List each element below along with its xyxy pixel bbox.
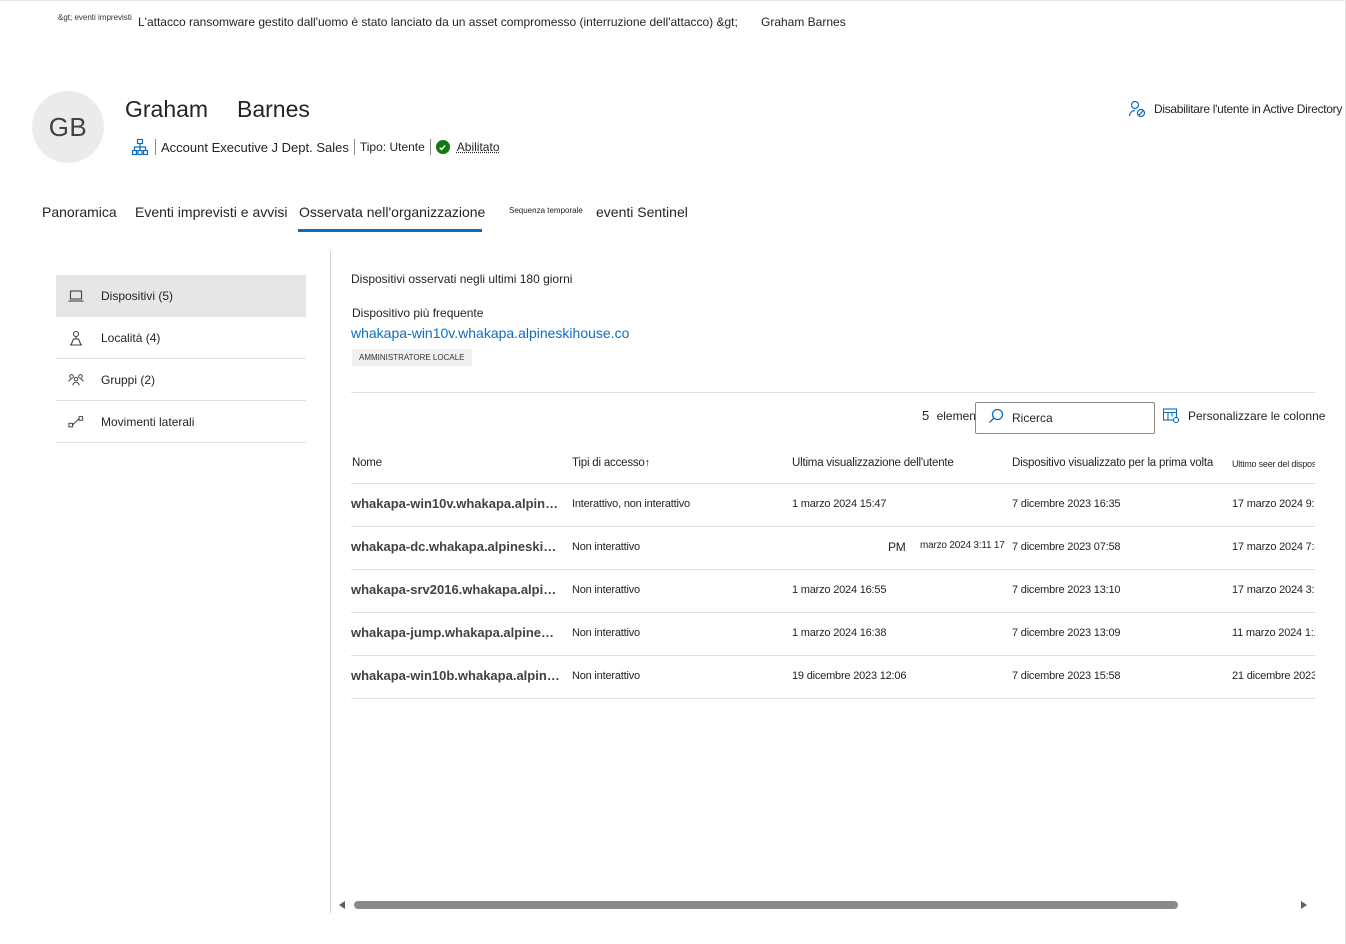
org-chart-icon[interactable]	[130, 137, 150, 157]
first-seen-device: 7 dicembre 2023 16:35	[1012, 498, 1121, 510]
horizontal-scrollbar[interactable]	[337, 898, 1309, 912]
table-row[interactable]: whakapa-win10v.whakapa.alpineskihouse.co…	[351, 484, 1315, 527]
active-tab-indicator	[298, 229, 482, 232]
column-header-last-seen-user[interactable]: Ultima visualizzazione dell'utente	[792, 457, 954, 469]
first-seen-device: 7 dicembre 2023 13:10	[1012, 584, 1121, 596]
user-last-name: Barnes	[237, 96, 310, 122]
logon-type: Interattivo, non interattivo	[572, 498, 690, 510]
top-divider	[0, 0, 1346, 1]
disable-user-label: Disabilitare l'utente in Active Director…	[1154, 102, 1343, 116]
lateral-movement-icon	[68, 414, 84, 430]
location-icon	[68, 330, 84, 346]
disable-user-button[interactable]: Disabilitare l'utente in Active Director…	[1128, 99, 1342, 119]
first-seen-device: 7 dicembre 2023 15:58	[1012, 670, 1121, 682]
user-first-name: Graham	[125, 96, 209, 122]
logon-type: Non interattivo	[572, 541, 640, 553]
search-box[interactable]	[975, 402, 1155, 434]
breadcrumb-user: Graham Barnes	[761, 15, 846, 29]
last-seen-device: 11 marzo 2024 1:1	[1232, 627, 1315, 639]
observed-period-text: Dispositivi osservati negli ultimi 180 g…	[351, 272, 573, 286]
tab-observed-in-org[interactable]: Osservata nell'organizzazione	[299, 204, 485, 220]
sidebar: Dispositivi (5) Località (4) Gruppi (2)	[56, 275, 306, 443]
panel-divider	[330, 251, 331, 913]
last-seen-device: 17 marzo 2024 3:1	[1232, 584, 1315, 596]
tab-overview[interactable]: Panoramica	[42, 204, 117, 220]
customize-columns-label: Personalizzare le colonne	[1188, 409, 1326, 423]
customize-columns-button[interactable]: Personalizzare le colonne	[1163, 408, 1325, 424]
column-header-logon-types[interactable]: Tipi di accesso↑	[572, 457, 650, 469]
sidebar-item-locations[interactable]: Località (4)	[56, 317, 306, 359]
devices-table: Nome Tipi di accesso↑ Ultima visualizzaz…	[351, 446, 1315, 702]
last-seen-user-extra: marzo 2024 3:11 17	[920, 540, 1005, 551]
item-count-number: 5	[922, 408, 930, 423]
search-icon	[988, 408, 1004, 429]
laptop-icon	[68, 288, 84, 304]
tab-sentinel-events[interactable]: eventi Sentinel	[596, 204, 688, 220]
sidebar-item-groups[interactable]: Gruppi (2)	[56, 359, 306, 401]
user-meta: Account Executive J Dept. Sales Tipo: Ut…	[130, 136, 500, 158]
meta-separator	[353, 139, 355, 155]
search-input[interactable]	[1012, 411, 1142, 425]
device-name[interactable]: whakapa-win10b.whakapa.alpineskihouse.co	[351, 668, 561, 683]
avatar: GB	[32, 91, 104, 163]
last-seen-user: 19 dicembre 2023 12:06	[792, 670, 907, 682]
sidebar-item-lateral-movements[interactable]: Movimenti laterali	[56, 401, 306, 443]
table-header: Nome Tipi di accesso↑ Ultima visualizzaz…	[351, 446, 1315, 484]
user-status: Abilitato	[456, 140, 500, 154]
local-admin-badge: AMMINISTRATORE LOCALE	[352, 349, 472, 366]
breadcrumb-incident[interactable]: L'attacco ransomware gestito dall'uomo è…	[138, 15, 738, 29]
meta-separator	[429, 139, 431, 155]
last-seen-device: 17 marzo 2024 9:3	[1232, 498, 1315, 510]
column-header-first-seen-device[interactable]: Dispositivo visualizzato per la prima vo…	[1012, 457, 1213, 469]
device-name[interactable]: whakapa-dc.whakapa.alpineskihouse.co	[351, 539, 561, 554]
groups-icon	[68, 372, 84, 388]
table-row[interactable]: whakapa-jump.whakapa.alpineskihouse.co N…	[351, 613, 1315, 656]
frequent-device-link[interactable]: whakapa-win10v.whakapa.alpineskihouse.co	[351, 325, 629, 341]
first-seen-device: 7 dicembre 2023 07:58	[1012, 541, 1121, 553]
logon-type: Non interattivo	[572, 584, 640, 596]
sidebar-item-devices[interactable]: Dispositivi (5)	[56, 275, 306, 317]
scrollbar-thumb[interactable]	[354, 901, 1178, 909]
user-job: Account Executive J Dept. Sales	[161, 139, 349, 155]
device-name[interactable]: whakapa-srv2016.whakapa.alpineskihouse.c…	[351, 582, 561, 597]
column-header-last-seen-device[interactable]: Ultimo seer del dispositivo	[1232, 459, 1315, 469]
last-seen-device: 21 dicembre 2023 5	[1232, 670, 1315, 682]
logon-type: Non interattivo	[572, 670, 640, 682]
frequent-device-label: Dispositivo più frequente	[352, 306, 484, 320]
device-name[interactable]: whakapa-win10v.whakapa.alpineskihouse.co	[351, 496, 561, 511]
table-row[interactable]: whakapa-win10b.whakapa.alpineskihouse.co…	[351, 656, 1315, 699]
sort-ascending-icon: ↑	[644, 457, 651, 469]
first-seen-device: 7 dicembre 2023 13:09	[1012, 627, 1121, 639]
column-header-name[interactable]: Nome	[352, 457, 382, 469]
breadcrumb-incidents[interactable]: &gt; eventi imprevisti	[58, 13, 132, 22]
scroll-left-icon[interactable]	[339, 901, 345, 909]
column-header-label: Tipi di accesso	[572, 457, 645, 469]
device-name[interactable]: whakapa-jump.whakapa.alpineskihouse.co	[351, 625, 561, 640]
status-ok-icon	[435, 140, 450, 154]
logon-type: Non interattivo	[572, 627, 640, 639]
tab-timeline[interactable]: Sequenza temporale	[509, 206, 583, 215]
section-divider	[351, 392, 1315, 393]
user-type: Tipo: Utente	[359, 140, 425, 154]
item-count: 5 elementi	[922, 408, 982, 423]
last-seen-user: PM	[888, 540, 906, 554]
table-row[interactable]: whakapa-dc.whakapa.alpineskihouse.co Non…	[351, 527, 1315, 570]
last-seen-user: 1 marzo 2024 16:55	[792, 584, 887, 596]
meta-separator	[155, 139, 156, 155]
columns-settings-icon	[1163, 408, 1180, 424]
sidebar-item-label: Località (4)	[101, 330, 161, 345]
scroll-right-icon[interactable]	[1301, 901, 1307, 909]
table-row[interactable]: whakapa-srv2016.whakapa.alpineskihouse.c…	[351, 570, 1315, 613]
sidebar-item-label: Gruppi (2)	[101, 372, 156, 387]
last-seen-device: 17 marzo 2024 7:4	[1232, 541, 1315, 553]
sidebar-item-label: Dispositivi (5)	[101, 289, 174, 303]
user-block-icon	[1128, 100, 1146, 118]
last-seen-user: 1 marzo 2024 15:47	[792, 498, 887, 510]
sidebar-item-label: Movimenti laterali	[101, 414, 195, 429]
last-seen-user: 1 marzo 2024 16:38	[792, 627, 887, 639]
tab-incidents-alerts[interactable]: Eventi imprevisti e avvisi	[135, 204, 288, 220]
